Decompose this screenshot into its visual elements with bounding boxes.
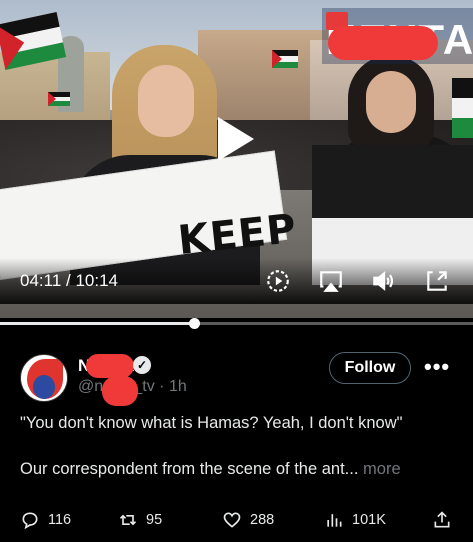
redaction-mark-name [86,354,134,378]
share-icon [434,511,450,528]
repost-button[interactable]: 95 [118,506,162,534]
redaction-mark-handle [102,376,138,406]
airplay-icon[interactable] [318,268,344,294]
volume-icon[interactable] [370,268,396,294]
redaction-mark [328,26,438,60]
verified-badge-icon: ✓ [133,356,151,374]
current-time: 04:11 [20,271,62,290]
views-count: 101K [352,512,386,528]
video-scrubber-handle[interactable] [189,318,200,329]
follow-button[interactable]: Follow [329,352,411,384]
views-icon [327,514,342,527]
reply-count: 116 [48,512,72,528]
playback-speed-icon[interactable] [265,268,291,294]
description-text: Our correspondent from the scene of the … [20,460,359,478]
like-button[interactable]: 288 [222,506,274,534]
avatar[interactable] [20,354,68,402]
palestinian-flag-mid [272,50,298,68]
post-description[interactable]: Our correspondent from the scene of the … [20,458,460,480]
like-count: 288 [250,512,275,528]
play-icon[interactable] [218,117,254,161]
fullscreen-exit-icon[interactable] [424,268,450,294]
share-button[interactable] [432,506,460,534]
repost-count: 95 [146,512,163,528]
heart-icon [223,512,241,528]
more-options-icon[interactable]: ••• [424,354,450,380]
duration: 10:14 [75,271,118,290]
post-quote: "You don't know what is Hamas? Yeah, I d… [20,414,403,432]
reply-icon [22,512,38,530]
action-bar: 116 95 288 101K [0,506,473,534]
video-progress-fill [0,322,194,325]
video-player[interactable]: KEEP NEXTA 04:11 / 10:14 [0,0,473,318]
time-separator: / [61,271,76,290]
video-timestamp: 04:11 / 10:14 [20,271,118,291]
views-button[interactable]: 101K [324,506,386,534]
reply-button[interactable]: 116 [20,506,71,534]
show-more-link[interactable]: more [358,460,401,478]
repost-icon [119,514,137,526]
